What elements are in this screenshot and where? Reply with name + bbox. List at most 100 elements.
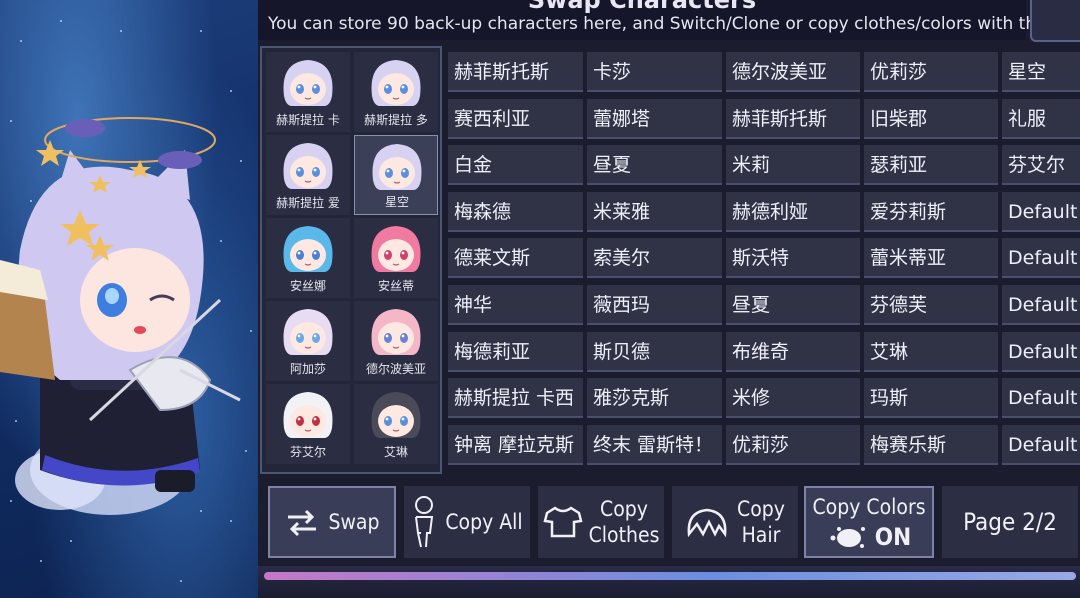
character-name-slot[interactable]: 梅赛乐斯: [864, 424, 998, 465]
copy-colors-state: ON: [874, 523, 912, 551]
character-name-slot[interactable]: 卡莎: [587, 52, 722, 92]
portrait-name: 赫斯提拉 爱: [276, 196, 340, 210]
character-name-slot[interactable]: 梅森德: [448, 191, 583, 232]
character-name-slot[interactable]: 玛斯: [864, 378, 998, 419]
hair-icon: [687, 508, 727, 538]
character-name-slot[interactable]: 德尔波美亚: [726, 52, 860, 92]
portrait-slot[interactable]: 赫斯提拉 多: [354, 52, 438, 132]
character-name-slot[interactable]: 蕾米蒂亚: [864, 238, 998, 279]
portrait-name: 阿加莎: [289, 362, 326, 376]
panel-header: Swap Characters You can store 90 back-up…: [258, 0, 1063, 40]
character-face-icon: [371, 60, 421, 106]
character-name-slot[interactable]: 赫菲斯托斯: [448, 52, 583, 92]
character-face-icon: [283, 392, 333, 438]
character-illustration: [0, 117, 241, 515]
character-name-slot[interactable]: 蕾娜塔: [587, 98, 722, 139]
character-name-slot[interactable]: 赫德利娅: [726, 191, 860, 232]
character-name-slot[interactable]: 芬德芙: [864, 285, 998, 325]
character-name-slot[interactable]: 米莉: [726, 145, 860, 186]
character-name-slot[interactable]: 德莱文斯: [448, 238, 583, 279]
copy-hair-button[interactable]: Copy Hair: [672, 486, 798, 558]
character-name-slot[interactable]: 神华: [448, 285, 583, 325]
portrait-slot[interactable]: 德尔波美亚: [354, 301, 438, 381]
character-name-slot[interactable]: 赫斯提拉 卡西: [448, 378, 583, 419]
character-name-slot[interactable]: 星空: [1002, 52, 1080, 92]
bottom-bar: [258, 566, 1080, 598]
portrait-slot[interactable]: 赫斯提拉 卡: [266, 52, 350, 132]
character-name-slot[interactable]: 终末 雷斯特！: [587, 424, 722, 465]
character-face-icon: [283, 309, 333, 355]
character-preview-scene[interactable]: [0, 0, 258, 598]
close-button[interactable]: [1030, 0, 1080, 42]
copy-all-label: Copy All: [445, 510, 523, 534]
swap-button[interactable]: Swap: [268, 486, 396, 558]
character-name-slot[interactable]: 薇西玛: [587, 285, 722, 325]
character-face-icon: [371, 226, 421, 272]
character-name-slot[interactable]: 爱芬莉斯: [864, 191, 998, 232]
character-name-slot[interactable]: 昼夏: [726, 285, 860, 325]
portrait-grid: 赫斯提拉 卡 赫斯提拉 多赫斯提拉 爱 星空安丝娜 安丝蒂阿加莎 德尔波美亚芬艾尔 艾琳: [260, 46, 442, 474]
swap-button-label: Swap: [328, 510, 380, 534]
portrait-slot[interactable]: 阿加莎: [266, 301, 350, 381]
portrait-slot[interactable]: 芬艾尔: [266, 384, 350, 464]
portrait-name: 赫斯提拉 卡: [276, 113, 340, 127]
character-name-slot[interactable]: 赛西利亚: [448, 98, 583, 139]
character-name-slot[interactable]: 雅莎克斯: [587, 378, 722, 419]
character-name-slot[interactable]: 礼服: [1002, 98, 1080, 139]
character-name-slot[interactable]: 瑟莉亚: [864, 145, 998, 186]
portrait-slot[interactable]: 星空: [354, 135, 438, 215]
portrait-slot[interactable]: 安丝娜: [266, 218, 350, 298]
character-face-icon: [283, 143, 333, 189]
copy-clothes-label-line1: Copy: [600, 497, 648, 521]
copy-hair-label-line1: Copy: [737, 497, 785, 521]
character-name-slot[interactable]: 优莉莎: [726, 424, 860, 465]
character-name-slot[interactable]: Default: [1002, 331, 1080, 372]
character-name-slot[interactable]: 梅德莉亚: [448, 331, 583, 372]
character-name-slot[interactable]: Default: [1002, 238, 1080, 279]
character-name-slot[interactable]: 索美尔: [587, 238, 722, 279]
bottom-glow-bar: [264, 572, 1076, 580]
character-name-slot[interactable]: 斯贝德: [587, 331, 722, 372]
portrait-name: 星空: [384, 195, 409, 209]
portrait-name: 安丝娜: [289, 279, 326, 293]
copy-clothes-button[interactable]: Copy Clothes: [538, 486, 664, 558]
copy-clothes-label: Copy Clothes: [589, 496, 660, 548]
portrait-name: 安丝蒂: [377, 279, 414, 293]
character-name-slot[interactable]: 米莱雅: [587, 191, 722, 232]
paint-splat-icon: [830, 527, 865, 548]
panel-subtitle: You can store 90 back-up characters here…: [268, 14, 1064, 34]
portrait-slot[interactable]: 安丝蒂: [354, 218, 438, 298]
portrait-name: 赫斯提拉 多: [364, 113, 428, 127]
character-name-slot[interactable]: 布维奇: [726, 331, 860, 372]
character-name-slot[interactable]: 钟离 摩拉克斯: [448, 424, 583, 465]
portrait-slot[interactable]: 艾琳: [354, 384, 438, 464]
copy-hair-label-line2: Hair: [741, 523, 781, 547]
character-name-slot[interactable]: 昼夏: [587, 145, 722, 186]
page-indicator-button[interactable]: Page 2/2: [942, 486, 1078, 558]
character-name-slot[interactable]: Default: [1002, 424, 1080, 465]
character-face-icon: [371, 309, 421, 355]
copy-colors-label: Copy Colors: [812, 495, 926, 519]
portrait-slot[interactable]: 赫斯提拉 爱: [266, 135, 350, 215]
character-name-slot[interactable]: 白金: [448, 145, 583, 186]
swap-arrows-icon: [288, 509, 317, 537]
character-name-slot[interactable]: 芬艾尔: [1002, 145, 1080, 186]
character-face-icon: [283, 60, 333, 106]
character-face-icon: [283, 226, 333, 272]
character-name-slot[interactable]: 旧柴郡: [864, 98, 998, 139]
portrait-name: 芬艾尔: [289, 445, 326, 459]
portrait-name: 德尔波美亚: [365, 362, 426, 376]
character-name-slot[interactable]: 米修: [726, 378, 860, 419]
character-name-slot[interactable]: 赫菲斯托斯: [726, 98, 860, 139]
character-name-slot[interactable]: 斯沃特: [726, 238, 860, 279]
character-name-slot[interactable]: 优莉莎: [864, 52, 998, 92]
copy-colors-toggle[interactable]: Copy Colors ON: [804, 486, 934, 558]
character-face-icon: [371, 392, 421, 438]
page-title: Swap Characters: [527, 0, 757, 14]
character-name-slot[interactable]: 艾琳: [864, 331, 998, 372]
copy-all-button[interactable]: Copy All: [404, 486, 530, 558]
character-face-icon: [372, 144, 422, 190]
character-name-slot[interactable]: Default: [1002, 191, 1080, 232]
character-name-slot[interactable]: Default: [1002, 378, 1080, 419]
character-name-slot[interactable]: Default: [1002, 285, 1080, 325]
